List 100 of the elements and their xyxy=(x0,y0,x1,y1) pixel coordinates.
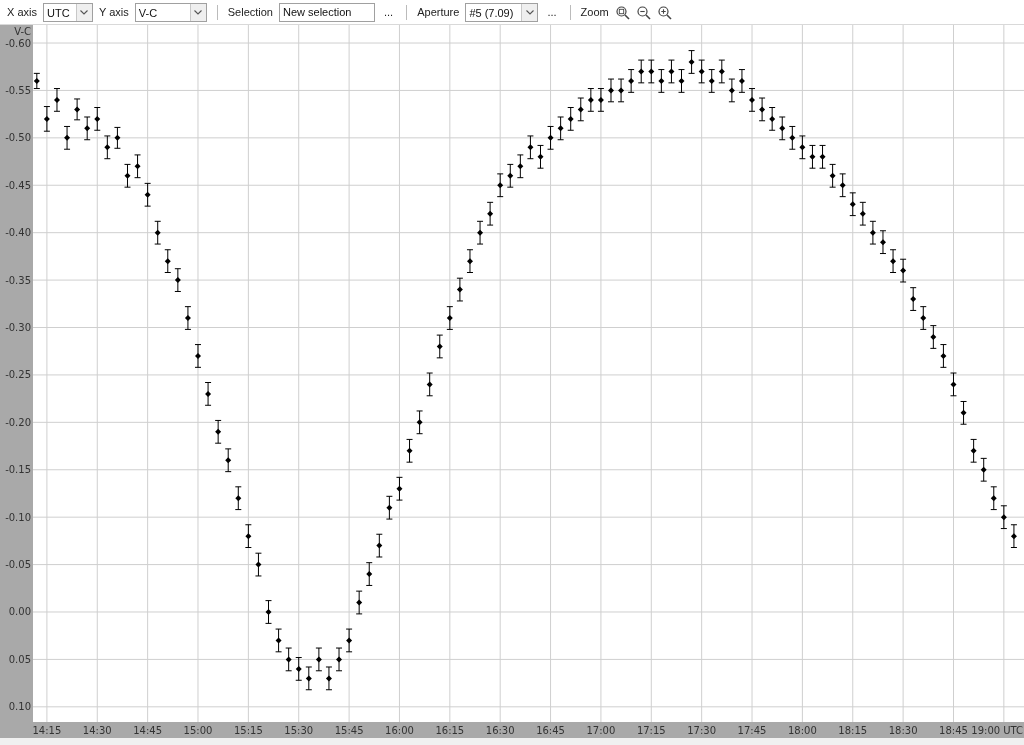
data-point xyxy=(839,173,847,198)
data-point xyxy=(224,448,232,473)
data-point xyxy=(486,201,494,226)
data-point xyxy=(53,88,61,112)
data-point xyxy=(446,306,454,330)
data-point xyxy=(1000,505,1008,530)
data-point xyxy=(798,135,806,160)
data-point xyxy=(244,524,252,548)
data-point xyxy=(113,126,121,149)
y-tick-label: -0.15 xyxy=(5,464,31,476)
data-point xyxy=(607,78,615,103)
x-tick-label: 14:45 xyxy=(133,725,163,736)
data-point xyxy=(778,116,786,141)
x-tick-label: 15:30 xyxy=(284,725,314,736)
data-point xyxy=(808,144,816,169)
y-tick-label: -0.50 xyxy=(5,132,31,144)
data-point xyxy=(144,182,152,207)
data-point xyxy=(285,647,293,672)
data-point xyxy=(567,107,575,131)
y-axis-title: V-C xyxy=(14,26,31,37)
selection-field[interactable]: New selection xyxy=(279,2,375,22)
data-point xyxy=(728,78,736,103)
data-point xyxy=(395,476,403,501)
data-point xyxy=(375,533,383,558)
data-point xyxy=(476,220,484,245)
y-tick-label: -0.45 xyxy=(5,179,31,191)
data-point xyxy=(305,666,313,691)
y-tick-label: 0.10 xyxy=(8,701,31,713)
data-point xyxy=(919,306,927,330)
zoom-in-icon[interactable] xyxy=(656,4,672,20)
data-point xyxy=(436,334,444,359)
data-point xyxy=(960,400,968,425)
x-tick-label: 15:45 xyxy=(334,725,364,736)
aperture-dropdown[interactable]: #5 (7.09) xyxy=(465,2,539,22)
data-point xyxy=(265,600,272,624)
data-point xyxy=(506,163,514,188)
data-point xyxy=(466,249,474,273)
data-point xyxy=(385,495,393,520)
data-point xyxy=(738,69,746,93)
data-point xyxy=(73,98,81,121)
data-point xyxy=(234,486,242,511)
data-point xyxy=(929,325,937,349)
data-point xyxy=(667,59,675,84)
zoom-out-icon[interactable] xyxy=(635,4,651,20)
data-point xyxy=(496,173,504,198)
data-point xyxy=(577,97,585,122)
data-point xyxy=(708,69,716,93)
y-tick-label: 0.00 xyxy=(8,606,31,618)
data-point xyxy=(768,107,776,131)
data-point xyxy=(325,666,333,691)
data-point xyxy=(456,277,464,302)
x-tick-label: 15:15 xyxy=(233,725,263,736)
data-point xyxy=(103,135,111,160)
data-point xyxy=(879,230,887,255)
x-tick-label: 16:30 xyxy=(485,725,515,736)
caret-icon xyxy=(194,9,203,15)
x-tick-label: 17:30 xyxy=(687,725,717,736)
data-point xyxy=(526,135,534,160)
x-tick-label: 17:15 xyxy=(636,725,666,736)
data-point xyxy=(345,628,353,653)
y-tick-label: 0.05 xyxy=(8,653,31,665)
data-point xyxy=(597,88,605,112)
x-tick-label: 18:45 xyxy=(939,725,968,736)
data-point xyxy=(537,144,544,169)
data-point xyxy=(33,72,41,90)
y-axis-dropdown[interactable]: V-C xyxy=(134,2,207,22)
x-axis-dropdown[interactable]: UTC xyxy=(42,2,93,22)
data-point xyxy=(748,88,756,112)
x-tick-label: 17:45 xyxy=(737,725,767,736)
x-tick-label: 14:15 xyxy=(32,725,62,736)
data-point xyxy=(184,306,192,330)
data-point xyxy=(939,344,947,368)
data-point xyxy=(254,552,262,577)
aperture-label: Aperture xyxy=(417,4,460,20)
x-tick-label: 18:15 xyxy=(838,725,868,736)
aperture-more-button[interactable]: ... xyxy=(544,3,560,21)
selection-more-button[interactable]: ... xyxy=(381,3,397,21)
data-point xyxy=(909,287,917,311)
data-point xyxy=(154,220,162,245)
data-point xyxy=(657,69,665,93)
y-tick-label: -0.35 xyxy=(5,274,31,286)
data-point xyxy=(295,657,303,681)
data-point xyxy=(275,628,283,653)
zoom-fit-icon[interactable] xyxy=(614,4,630,20)
data-point xyxy=(819,144,827,169)
data-point xyxy=(950,372,957,397)
y-tick-label: -0.55 xyxy=(5,84,31,96)
data-point xyxy=(688,50,696,74)
data-point xyxy=(134,154,142,179)
x-tick-label: 15:00 xyxy=(183,725,213,736)
data-point xyxy=(214,419,222,444)
data-point xyxy=(365,562,373,586)
data-point xyxy=(889,249,897,273)
x-tick-label: 19:00 xyxy=(971,725,1001,736)
data-point xyxy=(758,97,766,122)
data-point xyxy=(174,268,182,292)
caret-icon xyxy=(80,9,89,15)
data-point xyxy=(678,69,685,93)
data-point xyxy=(406,438,414,463)
data-point xyxy=(829,163,837,188)
